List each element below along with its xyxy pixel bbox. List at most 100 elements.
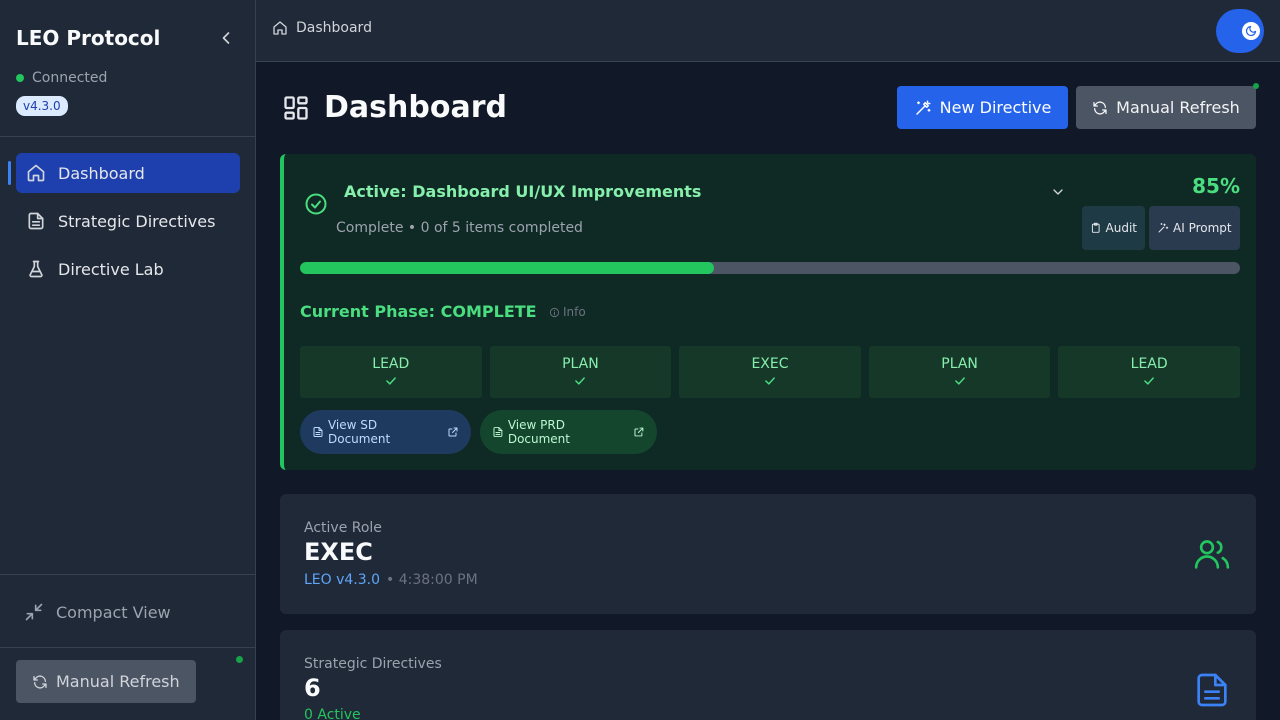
brand-title: LEO Protocol — [16, 26, 161, 50]
new-directive-button[interactable]: New Directive — [897, 86, 1068, 129]
sidebar-item-label: Dashboard — [58, 163, 145, 183]
phase-step: PLAN — [868, 346, 1051, 398]
refresh-status-dot — [236, 656, 243, 663]
info-icon — [549, 307, 560, 317]
sparkles-icon — [1158, 223, 1169, 233]
theme-toggle[interactable] — [1216, 9, 1264, 53]
phase-step: PLAN — [489, 346, 672, 398]
strategic-directives-label: Strategic Directives — [304, 656, 442, 672]
compact-view-label: Compact View — [56, 602, 171, 622]
strategic-directives-active: 0 Active — [304, 707, 361, 720]
refresh-status-dot — [1253, 83, 1259, 89]
view-sd-document-button[interactable]: View SD Document — [300, 410, 471, 454]
magic-wand-icon — [915, 100, 931, 115]
theme-toggle-knob — [1242, 22, 1260, 40]
phase-step-label: LEAD — [372, 356, 410, 372]
sidebar-manual-refresh-button[interactable]: Manual Refresh — [16, 660, 196, 703]
progress-percent: 85% — [1192, 174, 1240, 198]
strategic-directives-card: Strategic Directives 6 0 Active — [280, 630, 1256, 720]
phase-step-label: PLAN — [562, 356, 599, 372]
check-icon — [765, 377, 775, 385]
active-role-meta: LEO v4.3.0 • 4:38:00 PM — [304, 572, 478, 588]
home-icon — [273, 21, 287, 35]
check-icon — [575, 377, 586, 385]
current-phase: Current Phase: COMPLETE — [300, 302, 537, 321]
manual-refresh-button[interactable]: Manual Refresh — [1076, 86, 1256, 129]
manual-refresh-label: Manual Refresh — [1116, 98, 1240, 117]
phase-info-link[interactable]: Info — [549, 305, 586, 319]
document-icon — [1197, 673, 1227, 707]
flask-icon — [29, 260, 43, 278]
leo-version: LEO v4.3.0 — [304, 572, 381, 588]
audit-button[interactable]: Audit — [1082, 206, 1145, 250]
clipboard-icon — [1091, 222, 1100, 233]
phase-step-label: LEAD — [1130, 356, 1168, 372]
users-icon — [1194, 540, 1230, 569]
active-indicator — [8, 161, 11, 185]
check-icon — [1144, 377, 1154, 385]
active-role-value: EXEC — [304, 538, 373, 566]
connection-label: Connected — [32, 70, 108, 86]
expand-toggle[interactable] — [1050, 184, 1066, 200]
sidebar-item-label: Directive Lab — [58, 259, 164, 279]
page-title: Dashboard — [282, 90, 507, 125]
collapse-sidebar-button[interactable] — [216, 28, 236, 48]
compact-view-toggle[interactable]: Compact View — [24, 602, 171, 622]
sidebar-item-strategic-directives[interactable]: Strategic Directives — [16, 201, 240, 241]
view-sd-document-label: View SD Document — [327, 418, 391, 446]
document-icon — [313, 427, 323, 437]
phase-step: LEAD — [300, 346, 482, 398]
moon-icon — [1245, 25, 1257, 37]
phase-steps: LEAD PLAN EXEC PLAN LEAD — [300, 346, 1240, 398]
ai-prompt-button[interactable]: AI Prompt — [1149, 206, 1240, 250]
view-prd-document-button[interactable]: View PRD Document — [480, 410, 657, 454]
info-label: Info — [563, 305, 586, 319]
phase-step: LEAD — [1058, 346, 1240, 398]
external-link-icon — [634, 427, 644, 437]
check-icon — [385, 377, 396, 385]
strategic-directives-count: 6 — [304, 674, 321, 702]
version-badge: v4.3.0 — [16, 96, 68, 116]
chevron-down-icon — [1053, 189, 1063, 195]
check-icon — [954, 377, 965, 385]
status-dot — [16, 74, 24, 82]
ai-prompt-label: AI Prompt — [1173, 221, 1232, 235]
new-directive-label: New Directive — [939, 98, 1052, 117]
check-circle-icon — [305, 193, 327, 215]
phase-step: EXEC — [679, 346, 861, 398]
sidebar-item-label: Strategic Directives — [58, 211, 216, 231]
role-timestamp: • 4:38:00 PM — [386, 572, 478, 588]
active-directive-card: Active: Dashboard UI/UX Improvements 85%… — [280, 154, 1256, 470]
active-directive-subtitle: Complete • 0 of 5 items completed — [336, 220, 583, 236]
grid-icon — [284, 95, 308, 120]
external-link-icon — [448, 427, 458, 437]
sidebar-item-dashboard[interactable]: Dashboard — [16, 153, 240, 193]
breadcrumb[interactable]: Dashboard — [272, 20, 372, 36]
phase-step-label: PLAN — [941, 356, 978, 372]
refresh-icon — [33, 674, 47, 689]
home-icon — [27, 164, 45, 182]
active-directive-title: Active: Dashboard UI/UX Improvements — [344, 182, 702, 201]
chevron-left-icon — [222, 32, 230, 44]
refresh-icon — [1093, 100, 1107, 115]
progress-bar — [300, 262, 1240, 274]
manual-refresh-label: Manual Refresh — [56, 672, 180, 691]
active-role-label: Active Role — [304, 520, 382, 536]
sidebar: LEO Protocol Connected v4.3.0 Dashboard … — [0, 0, 256, 720]
audit-label: Audit — [1105, 221, 1137, 235]
top-bar: Dashboard — [256, 0, 1280, 62]
sidebar-item-directive-lab[interactable]: Directive Lab — [16, 249, 240, 289]
view-prd-document-label: View PRD Document — [507, 418, 570, 446]
breadcrumb-label: Dashboard — [296, 20, 372, 36]
phase-step-label: EXEC — [751, 356, 789, 372]
sidebar-divider — [0, 574, 255, 575]
connection-status: Connected — [16, 70, 107, 86]
document-icon — [28, 212, 44, 230]
minimize-icon — [25, 603, 43, 621]
active-role-card: Active Role EXEC LEO v4.3.0 • 4:38:00 PM — [280, 494, 1256, 614]
document-icon — [493, 427, 503, 437]
sidebar-divider — [0, 136, 255, 137]
page-title-text: Dashboard — [324, 90, 507, 125]
sidebar-divider — [0, 647, 255, 648]
progress-bar-fill — [300, 262, 714, 274]
